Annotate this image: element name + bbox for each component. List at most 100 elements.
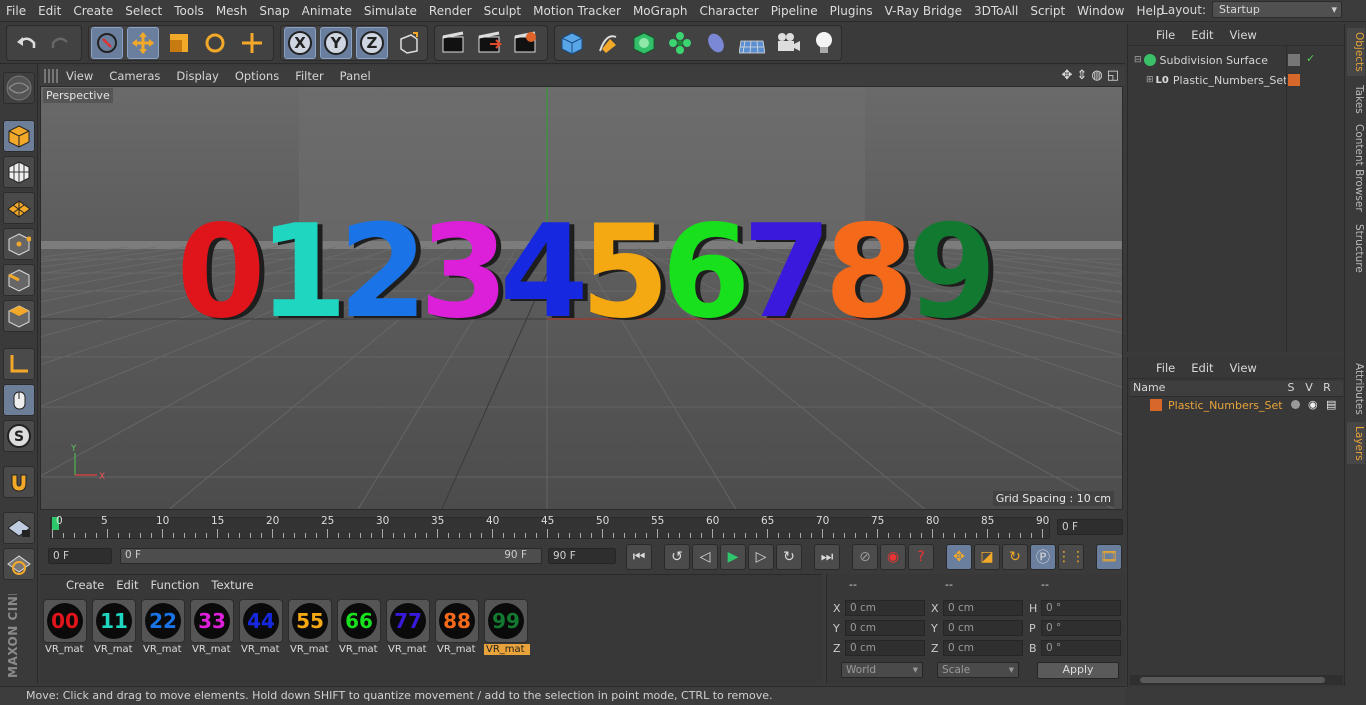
material-name[interactable]: VR_mat — [190, 644, 236, 655]
digit-0[interactable]: 00 — [176, 198, 270, 349]
next-key-icon[interactable]: ↻ — [776, 544, 802, 570]
menu-motion-tracker[interactable]: Motion Tracker — [527, 4, 627, 18]
menu-create[interactable]: Create — [67, 4, 119, 18]
viewport-menu-view[interactable]: View — [58, 69, 101, 83]
digit-2[interactable]: 22 — [338, 198, 432, 349]
floor-icon[interactable] — [736, 27, 768, 59]
material-preview[interactable]: 33 — [190, 599, 234, 643]
coord-value-field[interactable]: 0 ° — [1041, 620, 1121, 636]
material-preview[interactable]: 88 — [435, 599, 479, 643]
previous-frame-icon[interactable]: ◁ — [692, 544, 718, 570]
perspective-viewport[interactable]: 00112233445566778899 Y X Perspective Gri… — [40, 86, 1123, 510]
side-tab-structure[interactable]: Structure — [1347, 220, 1365, 276]
menu-script[interactable]: Script — [1024, 4, 1071, 18]
material-name[interactable]: VR_mat — [43, 644, 89, 655]
polygons-mode-icon[interactable] — [3, 300, 35, 332]
cube-icon[interactable] — [556, 27, 588, 59]
keyframe-selection-icon[interactable]: ? — [908, 544, 934, 570]
key-scale-icon[interactable]: ◪ — [974, 544, 1000, 570]
coordinate-system-icon[interactable] — [393, 27, 425, 59]
maximize-icon[interactable]: ◱ — [1107, 68, 1119, 83]
workplane-icon[interactable] — [3, 192, 35, 224]
scale-tool-icon[interactable] — [163, 27, 195, 59]
coord-value-field[interactable]: 0 ° — [1041, 640, 1121, 656]
enabled-check-icon[interactable]: ✓ — [1306, 52, 1315, 65]
coord-value-field[interactable]: 0 ° — [1041, 600, 1121, 616]
tweak-mode-icon[interactable] — [3, 384, 35, 416]
digit-7[interactable]: 77 — [742, 198, 836, 349]
material-7[interactable]: 77 VR_mat — [386, 599, 432, 657]
menu-mesh[interactable]: Mesh — [210, 4, 254, 18]
play-icon[interactable]: ▶ — [720, 544, 746, 570]
layout-dropdown[interactable]: Startup — [1212, 1, 1342, 18]
viewport-menu-cameras[interactable]: Cameras — [101, 69, 168, 83]
light-icon[interactable] — [808, 27, 840, 59]
viewport-menu-panel[interactable]: Panel — [332, 69, 379, 83]
menu-character[interactable]: Character — [693, 4, 764, 18]
layers-menu-view[interactable]: View — [1222, 361, 1265, 375]
timeline-window-icon[interactable]: 🎞 — [1096, 544, 1122, 570]
editor-visibility-icon[interactable] — [1288, 54, 1300, 66]
render-picture-viewer-icon[interactable] — [473, 27, 505, 59]
digit-5[interactable]: 55 — [580, 198, 674, 349]
timeline-ruler[interactable]: 0 5 10 15 20 25 30 35 40 45 50 55 60 65 70 75 80 85 90 0 F — [40, 512, 1125, 544]
y-axis-icon[interactable]: Y — [320, 27, 352, 59]
next-frame-icon[interactable]: ▷ — [748, 544, 774, 570]
material-name[interactable]: VR_mat — [92, 644, 138, 655]
side-tab-content-browser[interactable]: Content Browser — [1347, 120, 1365, 216]
menu-edit[interactable]: Edit — [32, 4, 67, 18]
coord-value-field[interactable]: 0 cm — [845, 600, 925, 616]
render-settings-icon[interactable] — [509, 27, 541, 59]
menu-animate[interactable]: Animate — [296, 4, 358, 18]
material-name[interactable]: VR_mat — [141, 644, 187, 655]
digit-4[interactable]: 44 — [499, 198, 593, 349]
render-clapper-icon[interactable]: ▤ — [1326, 398, 1336, 411]
material-preview[interactable]: 77 — [386, 599, 430, 643]
menu-sculpt[interactable]: Sculpt — [478, 4, 527, 18]
pen-spline-icon[interactable] — [592, 27, 624, 59]
autokey-icon[interactable]: ◉ — [880, 544, 906, 570]
menu-v-ray-bridge[interactable]: V-Ray Bridge — [879, 4, 968, 18]
magnet-icon[interactable] — [3, 466, 35, 498]
material-name[interactable]: VR_mat — [337, 644, 383, 655]
material-menu-edit[interactable]: Edit — [110, 578, 144, 592]
material-3[interactable]: 33 VR_mat — [190, 599, 236, 657]
make-editable-icon[interactable] — [3, 72, 35, 104]
menu-tools[interactable]: Tools — [168, 4, 210, 18]
menu-pipeline[interactable]: Pipeline — [765, 4, 824, 18]
objects-menu-file[interactable]: File — [1148, 28, 1183, 42]
axis-mode-icon[interactable] — [3, 348, 35, 380]
subdivision-surface-icon[interactable] — [628, 27, 660, 59]
digit-8[interactable]: 88 — [824, 198, 918, 349]
range-slider[interactable]: 0 F 90 F — [120, 548, 542, 564]
digit-6[interactable]: 66 — [661, 198, 755, 349]
menu-3dtoall[interactable]: 3DToAll — [968, 4, 1024, 18]
previous-key-icon[interactable]: ↺ — [664, 544, 690, 570]
material-1[interactable]: 11 VR_mat — [92, 599, 138, 657]
dolly-icon[interactable]: ⇕ — [1076, 68, 1087, 83]
material-6[interactable]: 66 VR_mat — [337, 599, 383, 657]
material-preview[interactable]: 11 — [92, 599, 136, 643]
material-menu-create[interactable]: Create — [60, 578, 110, 592]
model-mode-icon[interactable] — [3, 120, 35, 152]
camera-icon[interactable] — [772, 27, 804, 59]
material-2[interactable]: 22 VR_mat — [141, 599, 187, 657]
transform-tool-icon[interactable] — [236, 27, 268, 59]
side-tab-layers[interactable]: Layers — [1347, 422, 1365, 464]
edges-mode-icon[interactable] — [3, 264, 35, 296]
coord-value-field[interactable]: 0 cm — [943, 640, 1023, 656]
z-axis-icon[interactable]: Z — [356, 27, 388, 59]
visible-eye-icon[interactable]: ◉ — [1308, 398, 1318, 411]
objects-menu-view[interactable]: View — [1222, 28, 1265, 42]
material-preview[interactable]: 00 — [43, 599, 87, 643]
coord-space-dropdown[interactable]: World ▾ — [841, 662, 923, 678]
key-parameter-icon[interactable]: Ⓟ — [1030, 544, 1056, 570]
viewport-menu-filter[interactable]: Filter — [287, 69, 331, 83]
expand-icon[interactable]: ⊞ — [1146, 75, 1154, 85]
planar-workplane-icon[interactable] — [3, 548, 35, 580]
redo-icon[interactable] — [45, 27, 77, 59]
coord-value-field[interactable]: 0 cm — [845, 640, 925, 656]
coord-mode-dropdown[interactable]: Scale ▾ — [937, 662, 1019, 678]
layers-menu-file[interactable]: File — [1148, 361, 1183, 375]
menu-plugins[interactable]: Plugins — [824, 4, 879, 18]
